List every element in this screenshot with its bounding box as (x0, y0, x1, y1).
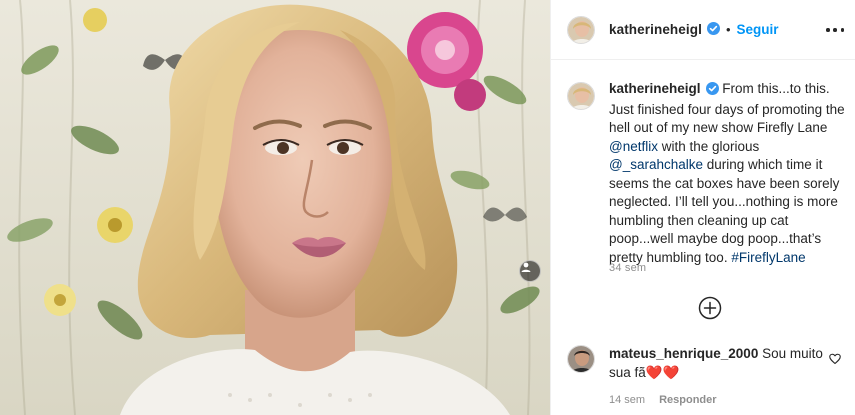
comment-body: mateus_henrique_2000 Sou muito sua fã❤️❤… (609, 345, 824, 406)
mention-link[interactable]: @netflix (609, 139, 658, 154)
verified-badge-icon (706, 21, 720, 38)
comment-meta: 14 sem Responder (609, 394, 824, 406)
post-side-panel: katherineheigl • Seguir katherineheigl F… (550, 0, 855, 415)
comment-timestamp[interactable]: 14 sem (609, 394, 645, 406)
avatar-image (568, 16, 594, 43)
comment-text: mateus_henrique_2000 Sou muito sua fã❤️❤… (609, 345, 824, 382)
commenter-avatar[interactable] (567, 345, 595, 373)
tag-person-glyph (521, 262, 531, 272)
avatar-image (568, 83, 594, 109)
mention-link[interactable]: @_sarahchalke (609, 157, 703, 172)
more-dot (840, 28, 844, 32)
post-header: katherineheigl • Seguir (551, 0, 855, 60)
caption-timestamp[interactable]: 34 sem (609, 262, 646, 274)
follow-button[interactable]: Seguir (737, 22, 779, 37)
tag-person-icon[interactable] (519, 260, 541, 282)
more-dot (833, 28, 837, 32)
heart-outline-icon[interactable] (829, 353, 841, 368)
hashtag-link[interactable]: #FireflyLane (731, 250, 805, 265)
avatar-image (568, 346, 594, 372)
instagram-post-modal: katherineheigl • Seguir katherineheigl F… (0, 0, 855, 415)
reply-button[interactable]: Responder (659, 394, 716, 406)
caption-author-username[interactable]: katherineheigl (609, 81, 701, 96)
post-photo[interactable] (0, 0, 550, 415)
caption-body: with the glorious (657, 138, 760, 154)
commenter-username[interactable]: mateus_henrique_2000 (609, 346, 758, 361)
comment-emoji: ❤️❤️ (645, 364, 680, 380)
plus-circle-icon[interactable] (698, 296, 722, 320)
post-caption: katherineheigl From this...to this. Just… (567, 80, 847, 267)
comment-item: mateus_henrique_2000 Sou muito sua fã❤️❤… (567, 345, 849, 406)
caption-body: during which time it seems the cat boxes… (609, 157, 840, 265)
author-username[interactable]: katherineheigl (609, 22, 702, 37)
author-avatar[interactable] (567, 15, 595, 44)
caption-author-avatar[interactable] (567, 82, 595, 110)
more-options-icon[interactable] (826, 21, 844, 39)
verified-badge-icon (705, 82, 719, 101)
portrait-image (0, 0, 550, 415)
more-dot (826, 28, 830, 32)
separator-dot: • (725, 22, 731, 37)
caption-text: katherineheigl From this...to this. Just… (609, 80, 847, 267)
